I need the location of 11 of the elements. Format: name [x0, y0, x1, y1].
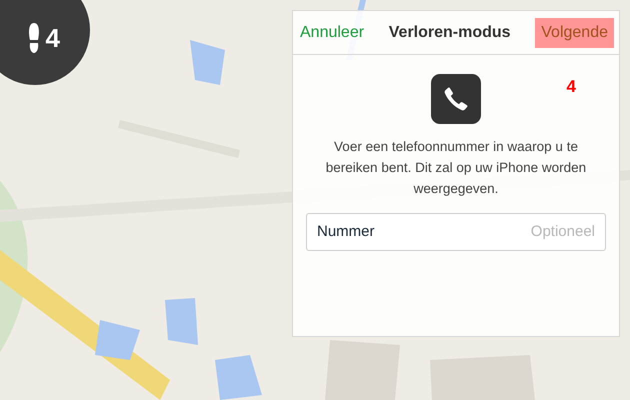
phone-icon [431, 74, 481, 124]
step-number: 4 [46, 25, 60, 51]
number-input[interactable]: Optioneel [374, 220, 595, 244]
annotation-number: 4 [566, 76, 576, 98]
number-field[interactable]: Nummer Optioneel [306, 213, 606, 251]
footprint-icon [28, 23, 40, 53]
field-label: Nummer [317, 222, 375, 242]
next-button[interactable]: Volgende [535, 18, 614, 48]
cancel-button[interactable]: Annuleer [300, 20, 364, 44]
instruction-text: Voer een telefoonnummer in waarop u te bereiken bent. Dit zal op uw iPhone worden weergegeven. [324, 138, 588, 198]
dialog-title: Verloren-modus [388, 22, 511, 42]
